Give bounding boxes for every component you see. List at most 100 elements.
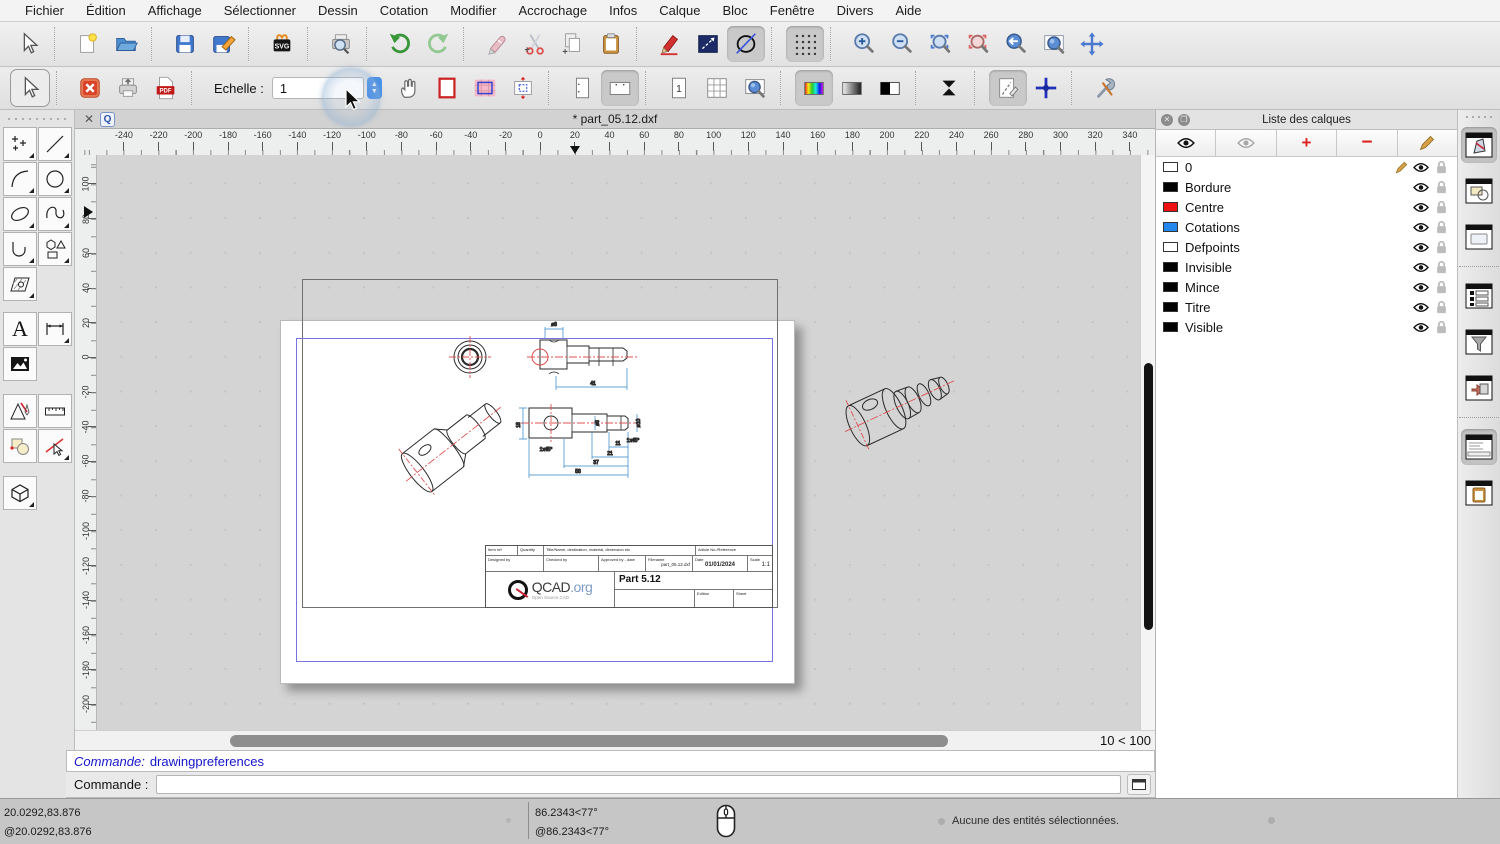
layer-lock-icon[interactable] (1431, 280, 1451, 294)
select-tool-button[interactable] (10, 26, 48, 62)
menu-item[interactable]: Dessin (307, 3, 369, 18)
layer-row[interactable]: Titre (1156, 297, 1457, 317)
draft-lines-button[interactable] (988, 70, 1027, 106)
library-browser-panel-button[interactable] (1461, 370, 1497, 406)
print-preview-button[interactable] (322, 26, 360, 62)
layer-color-swatch[interactable] (1163, 162, 1178, 172)
layer-color-swatch[interactable] (1163, 282, 1178, 292)
undo-button[interactable] (381, 26, 419, 62)
layer-visibility-icon[interactable] (1411, 162, 1431, 173)
layer-visibility-icon[interactable] (1411, 242, 1431, 253)
layer-visibility-icon[interactable] (1411, 302, 1431, 313)
menu-item[interactable]: Calque (648, 3, 711, 18)
edit-properties-button[interactable] (651, 26, 689, 62)
redo-button[interactable] (419, 26, 457, 62)
delete-button[interactable] (478, 26, 516, 62)
cut-button[interactable] (516, 26, 554, 62)
view-list-panel-button[interactable] (1461, 219, 1497, 255)
tool-text[interactable]: A (3, 312, 37, 346)
full-color-button[interactable] (794, 70, 833, 106)
menu-item[interactable]: Affichage (137, 3, 213, 18)
grid-page-button[interactable] (466, 70, 504, 106)
auto-zoom-button[interactable] (921, 26, 959, 62)
show-all-layers-button[interactable] (1156, 130, 1217, 156)
layer-color-swatch[interactable] (1163, 322, 1178, 332)
add-layer-button[interactable]: + (1277, 130, 1338, 156)
tool-draw-tools[interactable] (3, 394, 37, 428)
menu-item[interactable]: Édition (75, 3, 137, 18)
layer-row[interactable]: Defpoints (1156, 237, 1457, 257)
layer-list-panel-button[interactable] (1461, 127, 1497, 163)
hide-all-layers-button[interactable] (1216, 130, 1277, 156)
menu-item[interactable]: Infos (598, 3, 648, 18)
tool-line[interactable] (38, 127, 72, 161)
open-file-button[interactable] (107, 26, 145, 62)
tool-circle[interactable] (38, 162, 72, 196)
save-as-button[interactable] (204, 26, 242, 62)
layer-visibility-icon[interactable] (1411, 322, 1431, 333)
command-line-panel-button[interactable] (1461, 429, 1497, 465)
tool-ellipse[interactable] (3, 197, 37, 231)
tool-polyline[interactable] (3, 232, 37, 266)
layer-row[interactable]: Centre (1156, 197, 1457, 217)
crosshair-button[interactable] (1027, 70, 1065, 106)
menu-item[interactable]: Divers (826, 3, 885, 18)
select-box-button[interactable] (689, 26, 727, 62)
remove-layer-button[interactable]: − (1337, 130, 1398, 156)
menu-item[interactable]: Aide (884, 3, 932, 18)
tool-shapes[interactable] (38, 232, 72, 266)
copy-button[interactable] (554, 26, 592, 62)
tool-measure[interactable] (38, 394, 72, 428)
paste-button[interactable] (592, 26, 630, 62)
tool-hatch[interactable] (3, 267, 37, 301)
menu-item[interactable]: Fichier (14, 3, 75, 18)
layer-lock-icon[interactable] (1431, 240, 1451, 254)
zoom-out-button[interactable] (883, 26, 921, 62)
layer-color-swatch[interactable] (1163, 182, 1178, 192)
landscape-button[interactable] (600, 70, 639, 106)
layer-color-swatch[interactable] (1163, 202, 1178, 212)
zoom-in-button[interactable] (845, 26, 883, 62)
pdf-export-button[interactable]: PDF (147, 70, 185, 106)
layer-lock-icon[interactable] (1431, 320, 1451, 334)
draft-mode-button[interactable] (727, 26, 765, 62)
layer-lock-icon[interactable] (1431, 180, 1451, 194)
layer-color-swatch[interactable] (1163, 262, 1178, 272)
layer-color-swatch[interactable] (1163, 242, 1178, 252)
strip-drag-handle[interactable] (1464, 114, 1494, 120)
layer-row[interactable]: Mince (1156, 277, 1457, 297)
layer-visibility-icon[interactable] (1411, 262, 1431, 273)
layer-row[interactable]: Cotations (1156, 217, 1457, 237)
block-list-panel-button[interactable] (1461, 173, 1497, 209)
single-page-button[interactable]: 1 (660, 70, 698, 106)
selection-filter-panel-button[interactable] (1461, 324, 1497, 360)
layer-lock-icon[interactable] (1431, 260, 1451, 274)
tool-modify[interactable] (3, 429, 37, 463)
svg-export-button[interactable]: SVG (263, 26, 301, 62)
command-input[interactable] (156, 775, 1121, 794)
close-print-preview-button[interactable] (71, 70, 109, 106)
zoom-previous-button[interactable] (997, 26, 1035, 62)
vertical-scrollbar-thumb[interactable] (1143, 363, 1153, 630)
horizontal-scrollbar[interactable]: 10 < 100 (75, 730, 1155, 750)
menu-item[interactable]: Cotation (369, 3, 439, 18)
command-window-button[interactable] (1127, 774, 1151, 795)
print-button[interactable] (109, 70, 147, 106)
scale-stepper[interactable]: ▲ ▼ (366, 77, 382, 99)
grid-toggle-button[interactable] (786, 26, 824, 62)
menu-item[interactable]: Bloc (711, 3, 758, 18)
layer-visibility-icon[interactable] (1411, 282, 1431, 293)
layer-row[interactable]: Bordure (1156, 177, 1457, 197)
layer-lock-icon[interactable] (1431, 300, 1451, 314)
layer-lock-icon[interactable] (1431, 160, 1451, 174)
layer-color-swatch[interactable] (1163, 222, 1178, 232)
tool-solid[interactable] (3, 476, 37, 510)
preferences-button[interactable] (1086, 70, 1124, 106)
multi-page-button[interactable] (698, 70, 736, 106)
drawing-canvas[interactable]: ø8 41 18 1x45° 11 21 37 58 ø6 ø10 1x45° … (97, 155, 1140, 730)
layer-lock-icon[interactable] (1431, 200, 1451, 214)
zoom-page-button[interactable] (736, 70, 774, 106)
clipboard-panel-button[interactable] (1461, 475, 1497, 511)
layer-visibility-icon[interactable] (1411, 182, 1431, 193)
save-button[interactable] (166, 26, 204, 62)
